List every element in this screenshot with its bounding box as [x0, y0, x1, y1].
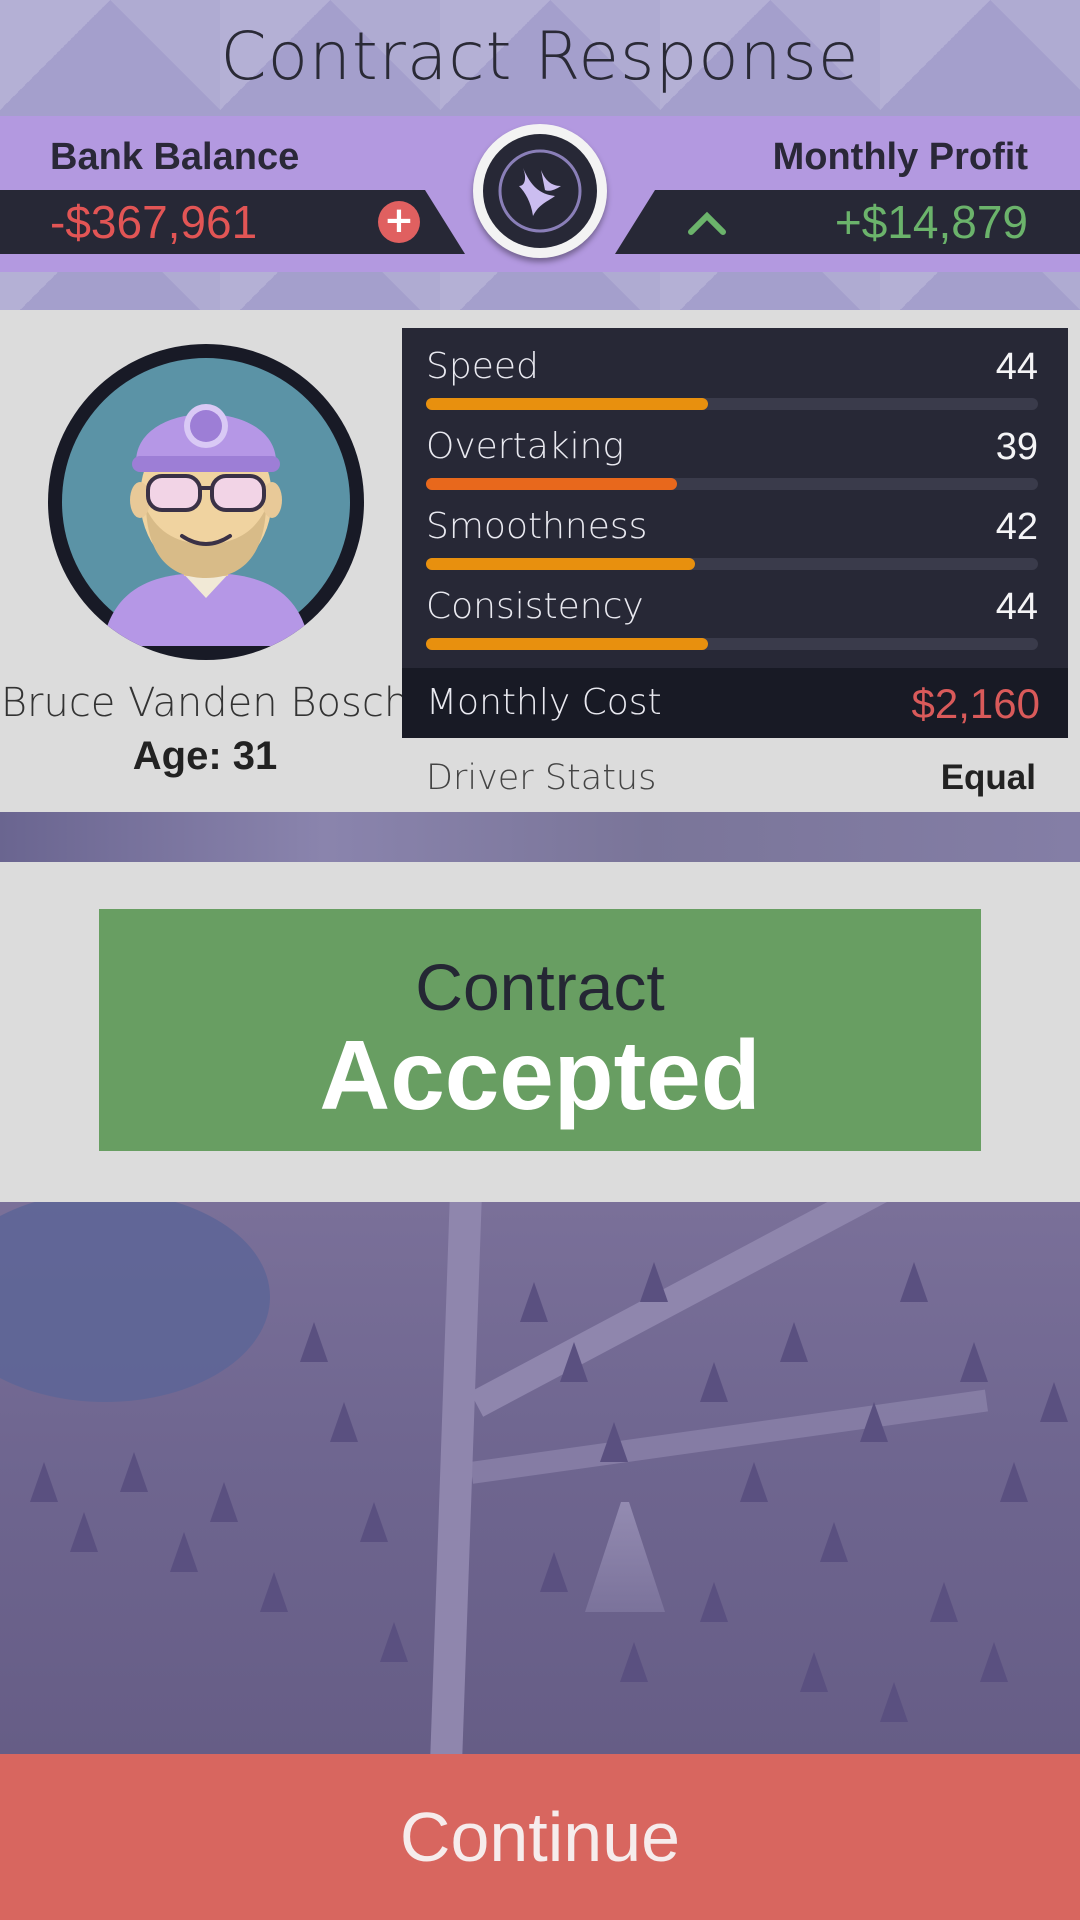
tree: [600, 1422, 628, 1462]
tree: [210, 1482, 238, 1522]
tree: [330, 1402, 358, 1442]
monthly-profit-box: +$14,879: [615, 190, 1080, 254]
tree: [740, 1462, 768, 1502]
stat-label: Consistency: [426, 586, 644, 627]
stat-bar-fill: [426, 478, 677, 490]
stat-row-overtaking: Overtaking 39: [426, 412, 1038, 492]
bank-balance-box: -$367,961 +: [0, 190, 465, 254]
tree: [70, 1512, 98, 1552]
stat-value: 44: [995, 586, 1038, 628]
stat-value: 39: [995, 426, 1038, 468]
tree: [360, 1502, 388, 1542]
tree: [640, 1262, 668, 1302]
continue-label: Continue: [399, 1798, 681, 1876]
tower: [585, 1502, 665, 1612]
tree: [380, 1622, 408, 1662]
bank-balance-value: -$367,961: [50, 196, 258, 248]
stat-bar-fill: [426, 558, 696, 570]
stat-row-speed: Speed 44: [426, 332, 1038, 412]
tree: [960, 1342, 988, 1382]
tree: [820, 1522, 848, 1562]
contract-accepted-banner: Contract Accepted: [99, 909, 981, 1151]
tree: [1040, 1382, 1068, 1422]
monthly-cost-row: Monthly Cost $2,160: [402, 668, 1068, 738]
tree: [930, 1582, 958, 1622]
scenery-strip: [0, 812, 1080, 862]
stat-row-smoothness: Smoothness 42: [426, 492, 1038, 572]
bank-balance-label: Bank Balance: [50, 136, 300, 178]
tree: [30, 1462, 58, 1502]
driver-age: Age: 31: [132, 734, 278, 778]
tree: [980, 1642, 1008, 1682]
track-scenery: [0, 1202, 1080, 1754]
tree: [260, 1572, 288, 1612]
tree: [800, 1652, 828, 1692]
stat-value: 44: [995, 346, 1038, 388]
driver-stats-card: Speed 44 Overtaking 39 Smoothness 42 Con…: [402, 328, 1068, 738]
tree: [120, 1452, 148, 1492]
driver-name: Bruce Vanden Bosch: [0, 680, 410, 726]
monthly-profit-label: Monthly Profit: [772, 136, 1028, 178]
tree: [540, 1552, 568, 1592]
stat-bar-track: [426, 478, 1038, 490]
tree: [700, 1362, 728, 1402]
lake: [0, 1202, 270, 1402]
tree: [520, 1282, 548, 1322]
driver-panel: Bruce Vanden Bosch Age: 31 Speed 44 Over…: [0, 310, 1080, 812]
tree: [170, 1532, 198, 1572]
contract-result-panel: Contract Accepted: [0, 862, 1080, 1202]
tree: [700, 1582, 728, 1622]
stat-bar-track: [426, 398, 1038, 410]
stat-bar-track: [426, 558, 1038, 570]
stat-bar-fill: [426, 398, 708, 410]
stat-bar-track: [426, 638, 1038, 650]
page-title: Contract Response: [220, 18, 860, 95]
result-status: Accepted: [319, 1020, 761, 1130]
tree: [300, 1322, 328, 1362]
monthly-profit-value: +$14,879: [834, 196, 1028, 248]
bird-logo-icon: [498, 149, 582, 233]
road: [470, 1389, 989, 1484]
tree: [620, 1642, 648, 1682]
driver-status-value: Equal: [940, 758, 1036, 797]
stat-label: Overtaking: [426, 426, 625, 467]
stat-label: Speed: [426, 346, 539, 387]
tree: [560, 1342, 588, 1382]
tree: [860, 1402, 888, 1442]
driver-avatar: [48, 344, 364, 660]
stat-value: 42: [995, 506, 1038, 548]
tree: [1000, 1462, 1028, 1502]
chevron-up-icon: [688, 211, 726, 235]
team-logo: [473, 124, 607, 258]
monthly-cost-label: Monthly Cost: [426, 682, 662, 723]
plus-icon[interactable]: +: [378, 201, 420, 243]
result-heading: Contract: [415, 950, 665, 1024]
stat-bar-fill: [426, 638, 708, 650]
continue-button[interactable]: Continue: [0, 1754, 1080, 1920]
tree: [880, 1682, 908, 1722]
tree: [900, 1262, 928, 1302]
stat-label: Smoothness: [426, 506, 648, 547]
driver-status-label: Driver Status: [426, 758, 657, 798]
tree: [780, 1322, 808, 1362]
stat-row-consistency: Consistency 44: [426, 572, 1038, 652]
monthly-cost-value: $2,160: [911, 680, 1040, 727]
